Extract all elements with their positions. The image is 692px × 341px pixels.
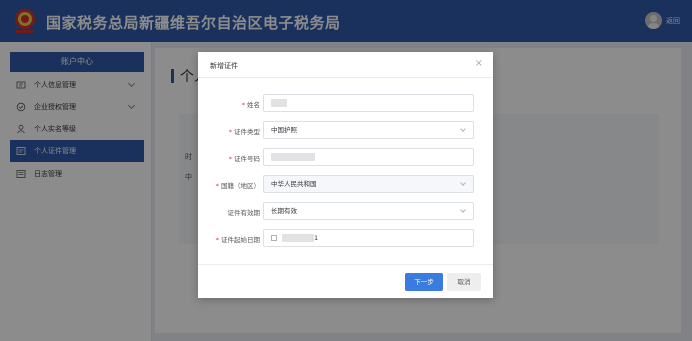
add-certificate-dialog: 新增证件 × * 姓名 * 证件类型 中国护照 * 证件号码 * 国籍（地区） 中华人民… <box>198 52 493 298</box>
selected-value: 中华人民共和国 <box>271 180 317 188</box>
form-row-cert-number: * 证件号码 <box>198 148 493 166</box>
date-value-visible: 1 <box>314 234 319 242</box>
field-label: * 证件起始日期 <box>215 236 260 244</box>
required-mark: * <box>215 182 219 190</box>
nationality-select[interactable]: 中华人民共和国 <box>263 175 474 193</box>
name-field[interactable] <box>263 94 474 112</box>
masked-value <box>271 153 315 161</box>
start-date-picker[interactable]: 1 <box>263 229 474 247</box>
chevron-down-icon <box>460 126 466 132</box>
form-row-start-date: * 证件起始日期 1 <box>198 229 493 247</box>
required-mark: * <box>228 128 232 136</box>
masked-value <box>282 234 314 242</box>
field-label: * 姓名 <box>241 101 260 109</box>
close-icon[interactable]: × <box>475 58 483 69</box>
dialog-title: 新增证件 <box>210 62 238 70</box>
form-row-nationality: * 国籍（地区） 中华人民共和国 <box>198 175 493 193</box>
required-mark: * <box>215 236 219 244</box>
calendar-icon <box>271 235 277 241</box>
dialog-header: 新增证件 × <box>198 52 493 78</box>
field-label: * 证件类型 <box>228 128 260 136</box>
certificate-number-field[interactable] <box>263 148 474 166</box>
selected-value: 长期有效 <box>271 207 297 215</box>
cancel-button[interactable]: 取消 <box>447 273 481 291</box>
chevron-down-icon <box>460 207 466 213</box>
field-label: 证件有效期 <box>227 209 261 217</box>
selected-value: 中国护照 <box>271 126 297 134</box>
form-row-validity: 证件有效期 长期有效 <box>198 202 493 220</box>
masked-value <box>271 99 287 107</box>
dialog-footer-divider <box>198 264 493 265</box>
field-label: * 国籍（地区） <box>215 182 260 190</box>
next-step-button[interactable]: 下一步 <box>405 273 443 291</box>
form-row-name: * 姓名 <box>198 94 493 112</box>
validity-period-select[interactable]: 长期有效 <box>263 202 474 220</box>
field-label: * 证件号码 <box>228 155 260 163</box>
required-mark: * <box>241 101 245 109</box>
certificate-type-select[interactable]: 中国护照 <box>263 121 474 139</box>
form-row-cert-type: * 证件类型 中国护照 <box>198 121 493 139</box>
chevron-down-icon <box>460 180 466 186</box>
required-mark: * <box>228 155 232 163</box>
